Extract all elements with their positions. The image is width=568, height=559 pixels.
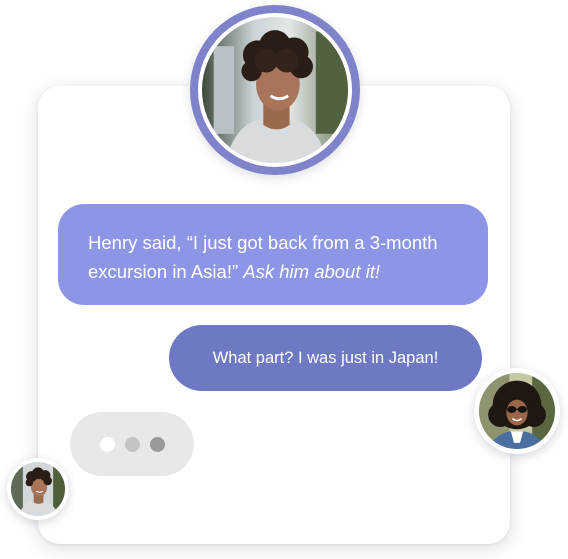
contact-avatar-small <box>7 458 69 520</box>
man-avatar-image <box>202 17 348 163</box>
typing-indicator <box>70 412 194 476</box>
sent-message-text: What part? I was just in Japan! <box>212 348 439 367</box>
sent-message-bubble: What part? I was just in Japan! <box>169 325 482 391</box>
typing-dot-3 <box>149 436 165 452</box>
avatar-ring <box>198 13 352 167</box>
man-avatar-image-small <box>11 462 65 516</box>
user-avatar <box>474 368 560 454</box>
received-message-prompt: Ask him about it! <box>243 261 381 282</box>
chat-illustration: Henry said, “I just got back from a 3-mo… <box>0 0 568 559</box>
contact-avatar-large <box>190 5 360 175</box>
typing-dot-2 <box>124 436 140 452</box>
typing-dot-1 <box>99 436 115 452</box>
received-message-bubble: Henry said, “I just got back from a 3-mo… <box>58 204 488 305</box>
woman-avatar-image <box>479 373 555 449</box>
